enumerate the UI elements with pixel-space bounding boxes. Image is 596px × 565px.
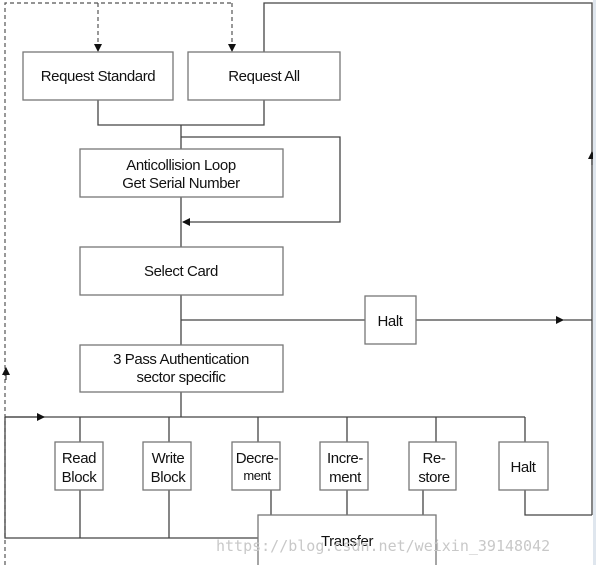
decrement-node: Decre- ment — [231, 441, 281, 491]
halt-bottom-label: Halt — [510, 459, 536, 476]
diagram-canvas: Request Standard Request All Anticollisi… — [2, 2, 596, 565]
decrement-label-1: Decre- — [236, 450, 279, 467]
authentication-label-1: 3 Pass Authentication — [113, 351, 249, 368]
write-block-node: Write Block — [142, 441, 192, 491]
halt-top-label: Halt — [377, 313, 403, 330]
restore-label-2: store — [418, 469, 449, 486]
request-all-node: Request All — [187, 51, 341, 101]
read-block-node: Read Block — [54, 441, 104, 491]
halt-bottom-node: Halt — [498, 441, 549, 491]
increment-label-1: Incre- — [327, 450, 363, 467]
decrement-label-2: ment — [243, 468, 271, 483]
read-write-return-line — [4, 417, 258, 539]
restore-node: Re- store — [408, 441, 457, 491]
select-card-node: Select Card — [79, 246, 284, 296]
operation-branch-lines — [79, 417, 526, 442]
anticollision-node: Anticollision Loop Get Serial Number — [79, 148, 284, 198]
halt-top-node: Halt — [364, 295, 417, 345]
anticollision-label-2: Get Serial Number — [122, 175, 240, 192]
request-all-label: Request All — [228, 68, 300, 85]
request-standard-node: Request Standard — [22, 51, 174, 101]
select-card-label: Select Card — [144, 263, 218, 280]
watermark-text: https://blog.csdn.net/weixin_39148042 — [216, 537, 550, 555]
transfer-input-lines — [270, 490, 424, 515]
read-block-label-1: Read — [62, 450, 96, 467]
increment-node: Incre- ment — [319, 441, 369, 491]
write-block-label-2: Block — [151, 469, 187, 486]
request-standard-label: Request Standard — [41, 68, 156, 85]
authentication-node: 3 Pass Authentication sector specific — [79, 344, 284, 393]
read-block-label-2: Block — [62, 469, 98, 486]
restore-label-1: Re- — [423, 450, 446, 467]
authentication-label-2: sector specific — [136, 369, 226, 386]
write-block-label-1: Write — [152, 450, 185, 467]
flow-diagram: Request Standard Request All Anticollisi… — [0, 0, 596, 565]
halt-bottom-exit-line — [524, 490, 592, 516]
request-join-line — [97, 100, 265, 126]
anticollision-label-1: Anticollision Loop — [126, 157, 236, 174]
increment-label-2: ment — [329, 469, 362, 486]
